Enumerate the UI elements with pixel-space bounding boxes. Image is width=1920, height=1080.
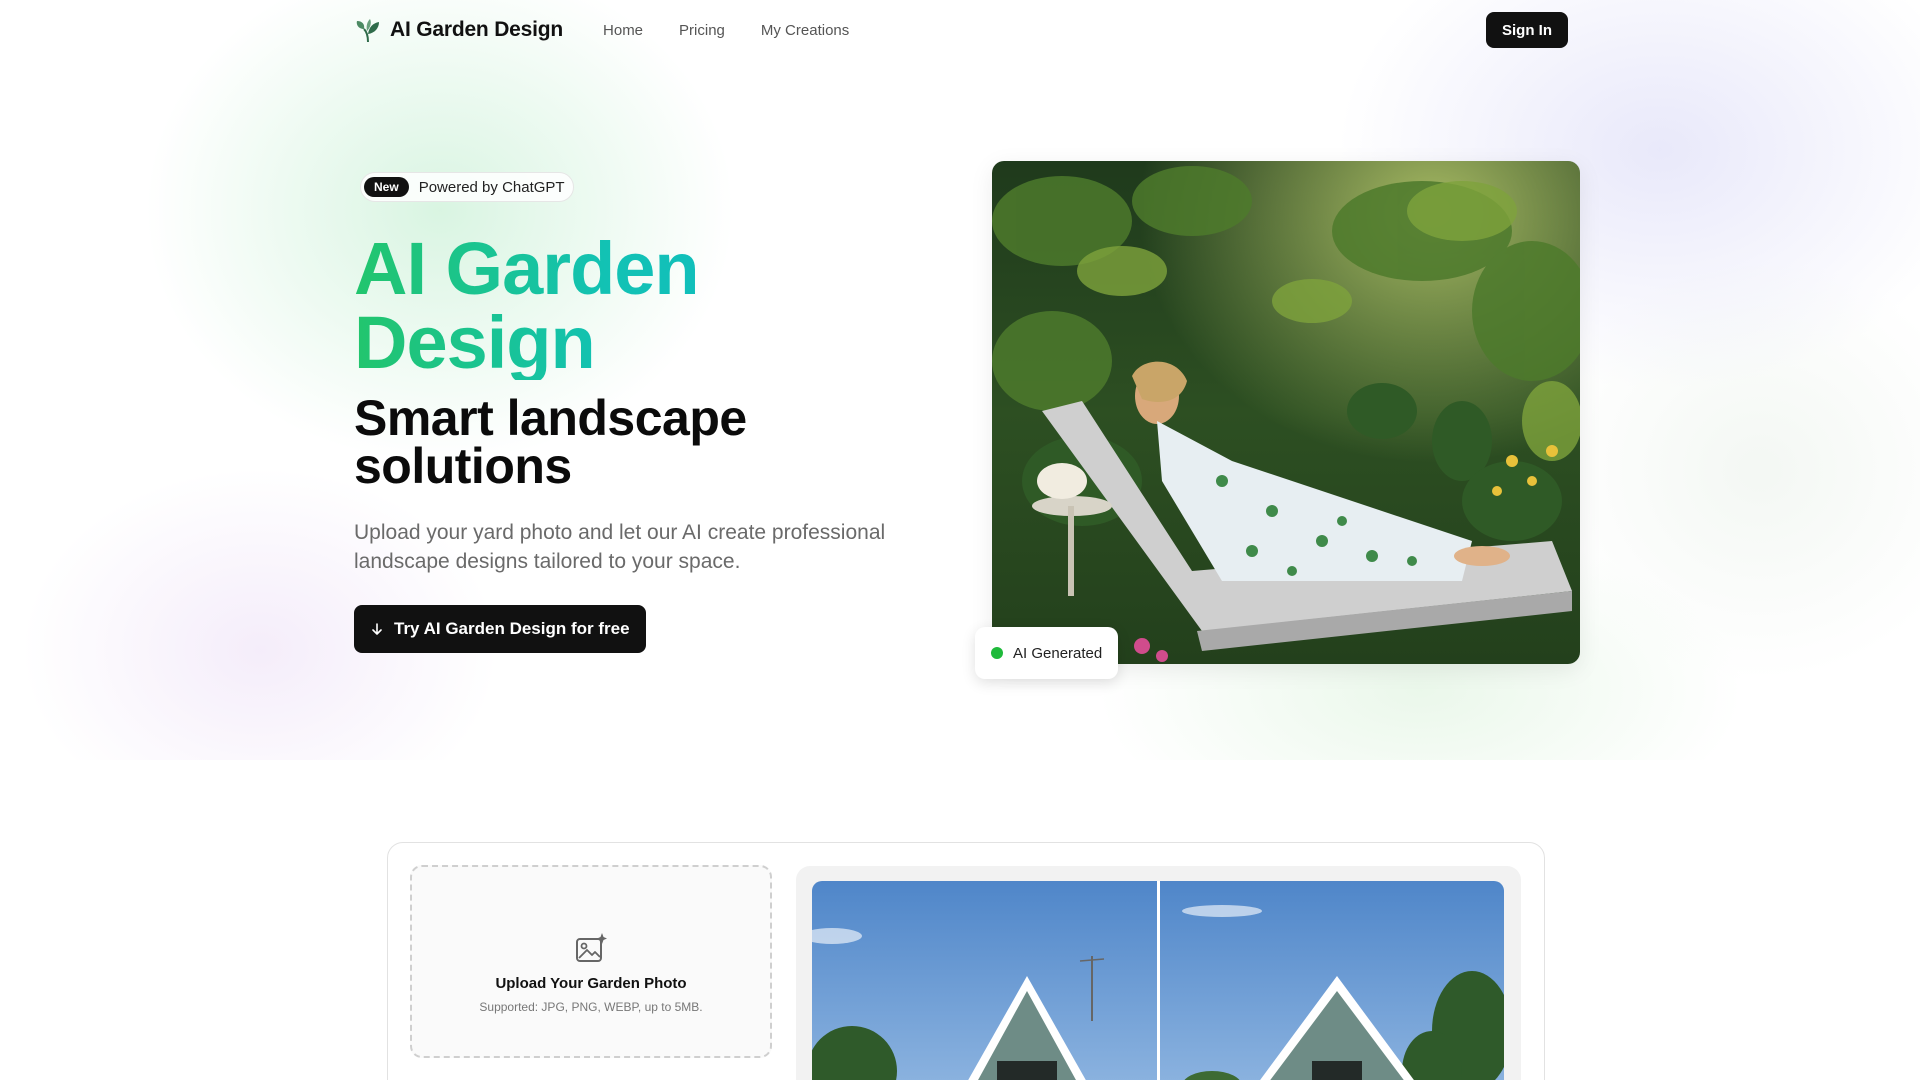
nav-link-pricing[interactable]: Pricing xyxy=(679,22,725,39)
sign-in-button[interactable]: Sign In xyxy=(1486,12,1568,48)
nav-links: Home Pricing My Creations xyxy=(603,22,849,39)
image-sparkle-icon xyxy=(576,933,607,962)
arrow-down-icon xyxy=(372,623,382,635)
hero-title-line2: Design xyxy=(354,301,595,384)
hero-subtitle: Smart landscape solutions xyxy=(354,393,874,491)
plant-leaf-icon xyxy=(356,19,379,43)
brand-name: AI Garden Design xyxy=(390,18,564,41)
hero-subtitle-line2: solutions xyxy=(354,438,572,494)
try-free-label: Try AI Garden Design for free xyxy=(394,619,630,638)
status-dot xyxy=(991,647,1003,659)
hero-background xyxy=(0,0,1920,760)
upload-title: Upload Your Garden Photo xyxy=(495,975,687,992)
upload-dropzone[interactable]: Upload Your Garden Photo Supported: JPG,… xyxy=(410,865,772,1058)
top-navbar: AI Garden Design Home Pricing My Creatio… xyxy=(354,12,1568,48)
hero-title: AI Garden Design xyxy=(354,232,914,380)
new-badge: New xyxy=(364,177,409,197)
hero-garden-image xyxy=(992,161,1580,664)
upload-formats: Supported: JPG, PNG, WEBP, up to 5MB. xyxy=(479,1000,703,1014)
badge-text: Powered by ChatGPT xyxy=(418,178,565,196)
announcement-badge: New Powered by ChatGPT xyxy=(360,172,574,202)
hero-title-line1: AI Garden xyxy=(354,227,699,310)
garden-scene-illustration xyxy=(992,161,1580,664)
try-free-button[interactable]: Try AI Garden Design for free xyxy=(354,605,646,653)
comparison-slider-handle[interactable] xyxy=(1157,881,1160,1080)
nav-link-home[interactable]: Home xyxy=(603,22,643,39)
nav-link-my-creations[interactable]: My Creations xyxy=(761,22,849,39)
brand-logo[interactable]: AI Garden Design xyxy=(354,16,563,44)
ai-generated-label: AI Generated xyxy=(1013,644,1103,662)
hero-description: Upload your yard photo and let our AI cr… xyxy=(354,521,886,573)
ai-generated-badge: AI Generated xyxy=(975,627,1119,679)
